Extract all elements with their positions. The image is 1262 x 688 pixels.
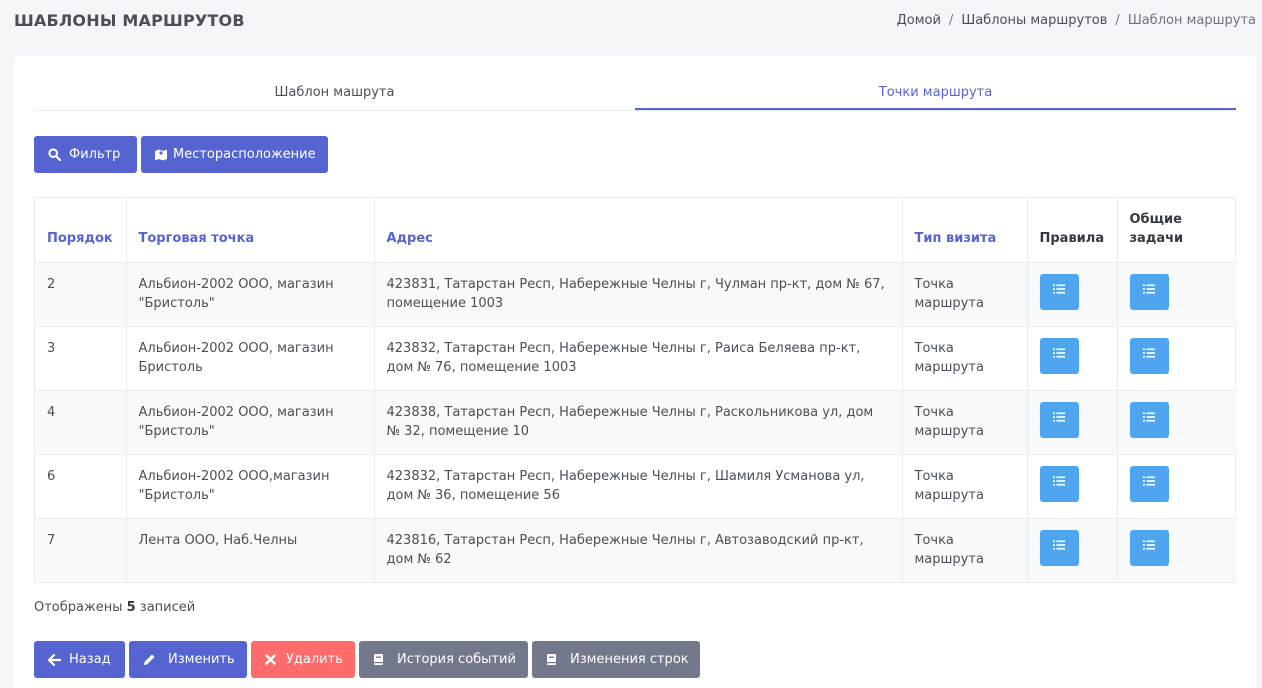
- list-icon: [1052, 282, 1066, 301]
- book-icon: [547, 654, 556, 665]
- table-row[interactable]: 7 Лента ООО, Наб.Челны 423816, Татарстан Р…: [35, 517, 1237, 582]
- pencil-icon: [144, 654, 155, 665]
- route-points-table: Порядок Торговая точка Адрес Тип визита …: [34, 197, 1237, 583]
- tab-bar: Шаблон машрута Точки маршрута: [34, 80, 1236, 111]
- location-button[interactable]: Месторасположение: [141, 136, 328, 173]
- cell-address: 423838, Татарстан Респ, Набережные Челны…: [374, 389, 903, 454]
- rules-button[interactable]: [1039, 465, 1079, 502]
- breadcrumb-separator: /: [1115, 13, 1120, 28]
- back-button[interactable]: Назад: [34, 641, 125, 678]
- list-icon: [1052, 346, 1066, 365]
- delete-button-label: Удалить: [286, 652, 343, 667]
- list-icon: [1142, 410, 1156, 429]
- common-tasks-button[interactable]: [1129, 465, 1169, 502]
- cell-order: 4: [35, 389, 127, 454]
- cell-visit-type: Точка маршрута: [902, 453, 1028, 518]
- book-icon: [374, 654, 383, 665]
- table-row[interactable]: 6 Альбион-2002 ООО,магазин "Бристоль" 4238…: [35, 453, 1237, 518]
- cell-order: 7: [35, 517, 127, 582]
- common-tasks-button[interactable]: [1129, 401, 1169, 438]
- rules-button[interactable]: [1039, 529, 1079, 566]
- column-header-visit-type[interactable]: Тип визита: [902, 198, 1028, 262]
- tab-route-points[interactable]: Точки маршрута: [635, 80, 1236, 110]
- tab-route-template[interactable]: Шаблон машрута: [34, 80, 635, 110]
- list-icon: [1142, 474, 1156, 493]
- common-tasks-button[interactable]: [1129, 337, 1169, 374]
- records-count-text: Отображены 5 записей: [34, 600, 195, 615]
- common-tasks-button[interactable]: [1129, 273, 1169, 310]
- column-header-order[interactable]: Порядок: [35, 198, 127, 262]
- rules-button[interactable]: [1039, 401, 1079, 438]
- location-button-label: Месторасположение: [173, 147, 316, 162]
- cell-order: 2: [35, 261, 127, 326]
- breadcrumb-current: Шаблон маршрута: [1127, 13, 1256, 28]
- cell-outlet: Лента ООО, Наб.Челны: [126, 517, 375, 582]
- cell-rules: [1027, 261, 1118, 326]
- list-icon: [1052, 474, 1066, 493]
- cell-visit-type: Точка маршрута: [902, 517, 1028, 582]
- edit-button[interactable]: Изменить: [129, 641, 247, 678]
- cell-common-tasks: [1117, 517, 1237, 582]
- breadcrumb-separator: /: [948, 13, 954, 28]
- records-suffix: записей: [139, 600, 196, 615]
- breadcrumb-route-templates[interactable]: Шаблоны маршрутов: [961, 13, 1107, 28]
- breadcrumb-home[interactable]: Домой: [897, 13, 941, 28]
- table-header-row: Порядок Торговая точка Адрес Тип визита …: [35, 198, 1237, 262]
- table-row[interactable]: 2 Альбион-2002 ООО, магазин "Бристоль" 423…: [35, 261, 1237, 326]
- page-title: ШАБЛОНЫ МАРШРУТОВ: [14, 11, 245, 30]
- event-history-button-label: История событий: [397, 652, 516, 667]
- cell-outlet: Альбион-2002 ООО, магазин "Бристоль": [126, 389, 375, 454]
- list-icon: [1142, 346, 1156, 365]
- cell-address: 423831, Татарстан Респ, Набережные Челны…: [374, 261, 903, 326]
- table-row[interactable]: 3 Альбион-2002 ООО, магазин Бристоль 42383…: [35, 325, 1237, 390]
- cell-outlet: Альбион-2002 ООО,магазин "Бристоль": [126, 453, 375, 518]
- cell-outlet: Альбион-2002 ООО, магазин Бристоль: [126, 325, 375, 390]
- cell-rules: [1027, 517, 1118, 582]
- cell-common-tasks: [1117, 389, 1237, 454]
- event-history-button[interactable]: История событий: [359, 641, 528, 678]
- table-row[interactable]: 4 Альбион-2002 ООО, магазин "Бристоль" 423…: [35, 389, 1237, 454]
- main-card: Шаблон машрута Точки маршрута Фильтр Мес…: [14, 56, 1256, 688]
- cell-order: 3: [35, 325, 127, 390]
- cell-visit-type: Точка маршрута: [902, 261, 1028, 326]
- close-icon: [265, 654, 276, 665]
- cell-common-tasks: [1117, 325, 1237, 390]
- records-prefix: Отображены: [34, 600, 123, 615]
- list-icon: [1142, 538, 1156, 557]
- cell-address: 423832, Татарстан Респ, Набережные Челны…: [374, 325, 903, 390]
- cell-outlet: Альбион-2002 ООО, магазин "Бристоль": [126, 261, 375, 326]
- delete-button[interactable]: Удалить: [251, 641, 355, 678]
- column-header-outlet[interactable]: Торговая точка: [126, 198, 375, 262]
- cell-address: 423832, Татарстан Респ, Набережные Челны…: [374, 453, 903, 518]
- back-button-label: Назад: [69, 652, 111, 667]
- arrow-left-icon: [48, 653, 61, 666]
- search-icon: [48, 148, 61, 161]
- breadcrumb: Домой / Шаблоны маршрутов / Шаблон маршр…: [897, 13, 1256, 28]
- cell-rules: [1027, 453, 1118, 518]
- cell-address: 423816, Татарстан Респ, Набережные Челны…: [374, 517, 903, 582]
- cell-common-tasks: [1117, 453, 1237, 518]
- cell-visit-type: Точка маршрута: [902, 325, 1028, 390]
- list-icon: [1142, 282, 1156, 301]
- common-tasks-button[interactable]: [1129, 529, 1169, 566]
- row-changes-button[interactable]: Изменения строк: [532, 641, 700, 678]
- cell-order: 6: [35, 453, 127, 518]
- list-icon: [1052, 538, 1066, 557]
- cell-rules: [1027, 389, 1118, 454]
- column-header-common-tasks: Общие задачи: [1129, 211, 1184, 246]
- list-icon: [1052, 410, 1066, 429]
- cell-visit-type: Точка маршрута: [902, 389, 1028, 454]
- column-header-rules: Правила: [1027, 198, 1118, 262]
- edit-button-label: Изменить: [168, 652, 235, 667]
- column-header-address[interactable]: Адрес: [374, 198, 903, 262]
- filter-button[interactable]: Фильтр: [34, 136, 137, 173]
- map-icon: [155, 149, 167, 161]
- row-changes-button-label: Изменения строк: [570, 652, 689, 667]
- rules-button[interactable]: [1039, 337, 1079, 374]
- cell-common-tasks: [1117, 261, 1237, 326]
- rules-button[interactable]: [1039, 273, 1079, 310]
- records-count: 5: [126, 600, 136, 615]
- cell-rules: [1027, 325, 1118, 390]
- filter-button-label: Фильтр: [69, 147, 121, 162]
